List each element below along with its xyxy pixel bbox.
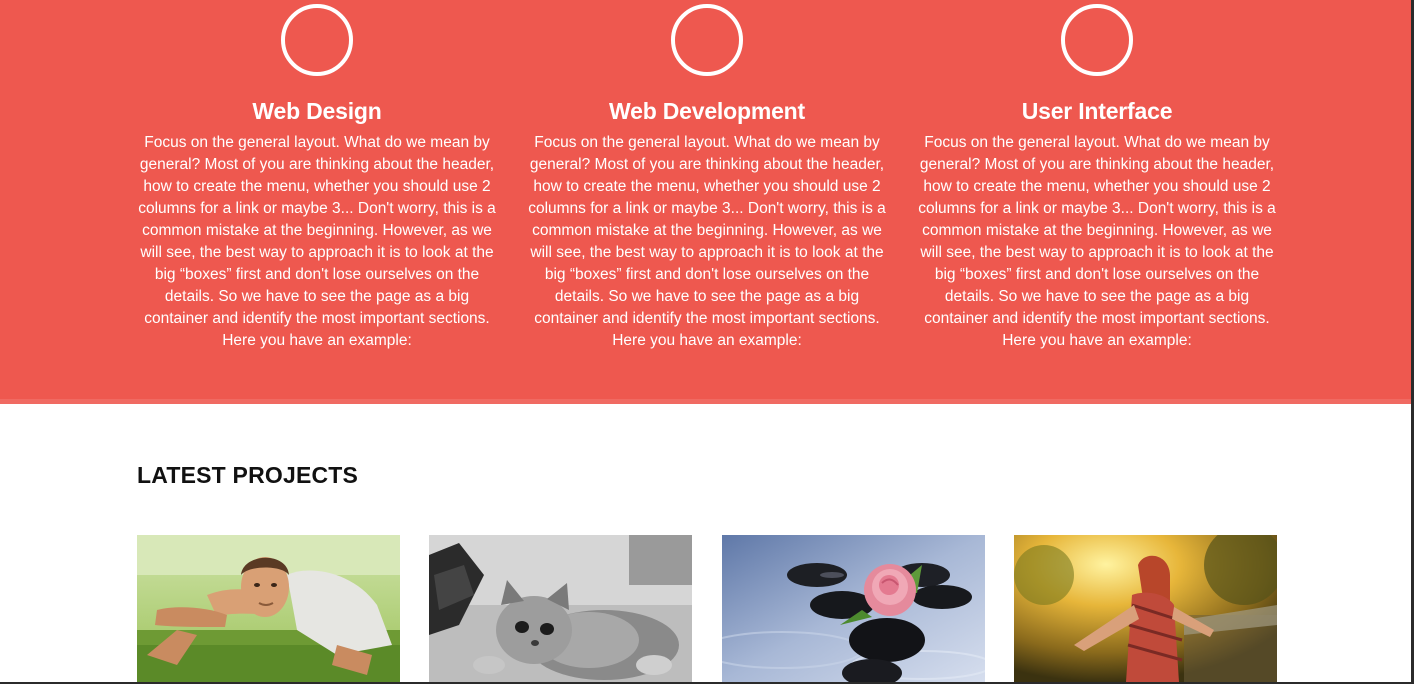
services-section: Web Design Focus on the general layout. … xyxy=(0,0,1411,399)
service-description: Focus on the general layout. What do we … xyxy=(918,134,1276,349)
service-web-design: Web Design Focus on the general layout. … xyxy=(136,0,498,352)
page: Web Design Focus on the general layout. … xyxy=(0,0,1414,684)
service-description: Focus on the general layout. What do we … xyxy=(138,134,496,349)
service-title: User Interface xyxy=(1021,98,1173,124)
service-title: Web Design xyxy=(252,98,382,124)
circle-icon xyxy=(281,4,353,76)
service-web-development: Web Development Focus on the general lay… xyxy=(526,0,888,352)
service-title: Web Development xyxy=(609,98,805,124)
project-thumbnail-rose[interactable] xyxy=(722,535,985,682)
circle-icon xyxy=(1061,4,1133,76)
project-thumbnail-sunlight[interactable] xyxy=(1014,535,1277,682)
latest-projects-heading: LATEST PROJECTS xyxy=(137,462,359,488)
project-thumbnail-kitten[interactable] xyxy=(429,535,692,682)
service-description: Focus on the general layout. What do we … xyxy=(528,134,886,349)
section-divider xyxy=(0,399,1411,404)
circle-icon xyxy=(671,4,743,76)
project-thumbnail-pushups[interactable] xyxy=(137,535,400,682)
service-user-interface: User Interface Focus on the general layo… xyxy=(916,0,1278,352)
